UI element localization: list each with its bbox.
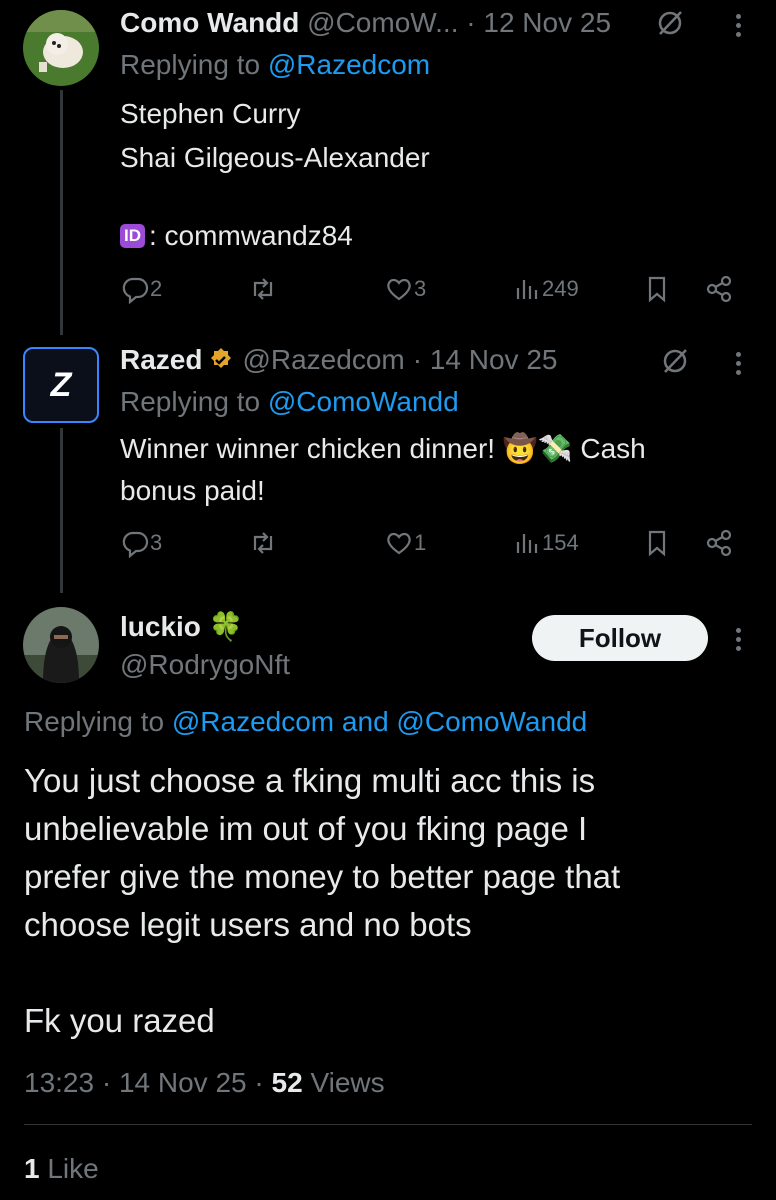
mention-link[interactable]: @Razedcom [268, 49, 430, 80]
timestamp[interactable]: · 12 Nov 25 [466, 7, 611, 38]
tweet-line: Shai Gilgeous-Alexander [120, 142, 430, 173]
id-line: ID : commwandz84 [120, 220, 353, 252]
reply-icon [122, 531, 149, 558]
replying-to: Replying to @Razedcom [120, 49, 431, 80]
like-count: 3 [414, 276, 427, 301]
tweet-line: Stephen Curry [120, 98, 301, 129]
timestamp[interactable]: 13:23 [24, 1067, 94, 1098]
retweet-button[interactable] [248, 274, 278, 304]
mention-link[interactable]: @ComoWandd [268, 386, 459, 417]
share-button[interactable] [704, 274, 734, 304]
tweet-body: Winner winner chicken dinner! 🤠💸 Cash bo… [120, 428, 740, 512]
more-icon[interactable] [734, 10, 742, 41]
timestamp[interactable]: · 14 Nov 25 [413, 343, 558, 377]
brand-logo: Z [50, 365, 72, 404]
thread-line [60, 90, 63, 335]
reply-icon [122, 277, 149, 304]
retweet-icon [253, 278, 273, 300]
tweet-line: unbelievable im out of you fking page I [24, 810, 588, 847]
view-count: 154 [542, 530, 579, 555]
views-icon [516, 280, 538, 299]
tweet-line: bonus paid! [120, 475, 265, 506]
retweet-icon [253, 532, 273, 554]
bookmark-button[interactable] [642, 274, 672, 304]
share-icon [706, 275, 732, 303]
tweet-body: You just choose a fking multi acc this i… [24, 757, 764, 1045]
likes-summary[interactable]: 1 Like [24, 1152, 99, 1186]
reply-button[interactable]: 2 [120, 274, 162, 304]
tweet-line: prefer give the money to better page tha… [24, 858, 621, 895]
like-button[interactable]: 3 [384, 274, 426, 304]
more-icon[interactable] [734, 624, 742, 655]
handle[interactable]: @Razedcom [242, 343, 404, 377]
tweet-actions: 2 3 249 [120, 274, 746, 314]
mention-link[interactable]: @Razedcom [172, 706, 334, 737]
avatar[interactable]: Z [23, 347, 99, 423]
retweet-button[interactable] [248, 528, 278, 558]
reply-count: 2 [150, 276, 163, 301]
likes-count: 1 [24, 1153, 40, 1184]
divider [24, 1124, 752, 1125]
grok-icon[interactable] [655, 8, 685, 43]
tweet-meta: 13:23 · 14 Nov 25 · 52 Views [24, 1066, 385, 1100]
replying-to: Replying to @ComoWandd [120, 386, 459, 417]
verified-icon [211, 348, 232, 368]
follow-button[interactable]: Follow [532, 615, 708, 661]
emoji: 🤠💸 [502, 433, 573, 464]
likes-label: Like [47, 1153, 99, 1184]
tweet-body: Stephen Curry Shai Gilgeous-Alexander [120, 92, 430, 180]
share-icon [706, 529, 732, 557]
author-name: luckio 🍀 [120, 610, 244, 644]
avatar[interactable] [23, 10, 99, 86]
views-icon [516, 534, 538, 553]
display-name[interactable]: Como Wandd [120, 7, 299, 38]
avatar[interactable] [23, 607, 99, 683]
reply-count: 3 [150, 530, 163, 555]
bookmark-icon [648, 276, 666, 303]
bookmark-button[interactable] [642, 528, 672, 558]
tweet-line: You just choose a fking multi acc this i… [24, 762, 596, 799]
display-name[interactable]: luckio [120, 611, 201, 642]
grok-icon[interactable] [660, 346, 690, 381]
tweet-line: choose legit users and no bots [24, 906, 472, 943]
like-count: 1 [414, 530, 427, 555]
handle[interactable]: @RodrygoNft [120, 648, 290, 682]
thread-line [60, 428, 63, 593]
clover-emoji: 🍀 [208, 611, 244, 642]
replying-to: Replying to @Razedcom and @ComoWandd [24, 706, 588, 737]
views-count: 52 [271, 1067, 303, 1098]
tweet-header: Razed @Razedcom · 14 Nov 25 [120, 343, 557, 377]
mention-link[interactable]: @ComoWandd [396, 706, 587, 737]
share-button[interactable] [704, 528, 734, 558]
tweet-actions: 3 1 154 [120, 528, 746, 568]
like-button[interactable]: 1 [384, 528, 426, 558]
reply-button[interactable]: 3 [120, 528, 162, 558]
tweet-line: Winner winner chicken dinner! 🤠💸 Cash [120, 433, 646, 464]
views-button[interactable]: 249 [512, 274, 579, 304]
like-icon [387, 278, 411, 301]
handle[interactable]: @ComoW... [307, 7, 458, 38]
like-icon [387, 532, 411, 555]
tweet-header: Como Wandd @ComoW... · 12 Nov 25 [120, 6, 611, 40]
views-button[interactable]: 154 [512, 528, 579, 558]
id-badge: ID [120, 224, 145, 248]
date[interactable]: · 14 Nov 25 · [102, 1067, 264, 1098]
tweet-line: Fk you razed [24, 1002, 215, 1039]
view-count: 249 [542, 276, 579, 301]
more-icon[interactable] [734, 348, 742, 379]
id-text: : commwandz84 [149, 220, 353, 251]
display-name[interactable]: Razed [120, 343, 202, 377]
views-label: Views [310, 1067, 385, 1098]
bookmark-icon [648, 530, 666, 557]
